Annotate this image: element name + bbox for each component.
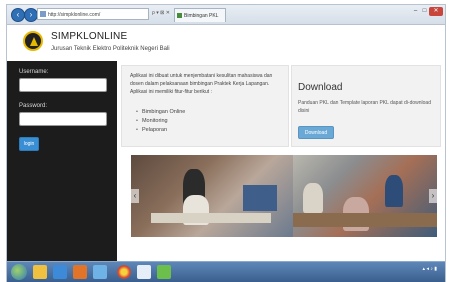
- tab-favicon-icon: [177, 13, 182, 18]
- photo-person: [303, 183, 323, 213]
- feature-item: Bimbingan Online: [136, 108, 185, 117]
- windows-start-icon[interactable]: [11, 264, 27, 280]
- media-player-icon[interactable]: [73, 265, 87, 279]
- intro-text: Aplikasi ini dibuat untuk menjembatani k…: [130, 73, 273, 95]
- carousel-photo-consultation: [131, 155, 293, 237]
- maximize-button[interactable]: □: [420, 7, 429, 16]
- forward-icon[interactable]: ›: [24, 8, 38, 22]
- address-bar[interactable]: http://simpklonline.com/: [37, 8, 149, 20]
- address-tools[interactable]: ρ ▾ ⊠ ✕: [152, 10, 170, 16]
- photo-person: [385, 175, 403, 207]
- back-icon[interactable]: ‹: [11, 8, 25, 22]
- chrome-icon[interactable]: [117, 265, 131, 279]
- main-content: Aplikasi ini dibuat untuk menjembatani k…: [117, 61, 445, 261]
- polytechnic-logo-icon: [23, 31, 43, 51]
- download-panel: Download Panduan PKL dan Template lapora…: [291, 65, 441, 147]
- download-title: Download: [298, 82, 343, 93]
- app-icon[interactable]: [157, 265, 171, 279]
- app-icon[interactable]: [93, 265, 107, 279]
- photo-table: [293, 213, 437, 227]
- site-subtitle: Jurusan Teknik Elektro Politeknik Negeri…: [51, 46, 170, 52]
- feature-item: Pelaporan: [136, 126, 185, 135]
- browser-titlebar: ‹ › http://simpklonline.com/ ρ ▾ ⊠ ✕ Bim…: [7, 5, 445, 25]
- password-label: Password:: [19, 103, 48, 109]
- photo-banner: [243, 185, 277, 211]
- login-button[interactable]: login: [19, 137, 39, 151]
- explorer-icon[interactable]: [33, 265, 47, 279]
- download-button[interactable]: Download: [298, 126, 334, 139]
- close-button[interactable]: ✕: [429, 7, 443, 16]
- system-tray[interactable]: ▴ ◂ ♪ ▮: [397, 266, 437, 272]
- carousel-next-icon[interactable]: ›: [429, 189, 437, 203]
- feature-item: Monitoring: [136, 117, 185, 126]
- photo-desk: [151, 213, 271, 223]
- paint-icon[interactable]: [137, 265, 151, 279]
- username-label: Username:: [19, 69, 49, 75]
- web-page: SIMPKLONLINE Jurusan Teknik Elektro Poli…: [7, 25, 445, 261]
- windows-taskbar: ▴ ◂ ♪ ▮: [7, 261, 445, 282]
- login-sidebar: Username: Password: login: [7, 61, 117, 261]
- site-title: SIMPKLONLINE: [51, 31, 128, 42]
- carousel-prev-icon[interactable]: ‹: [131, 189, 139, 203]
- minimize-button[interactable]: –: [411, 7, 420, 16]
- feature-list: Bimbingan Online Monitoring Pelaporan: [136, 108, 185, 135]
- download-text: Panduan PKL dan Template laporan PKL dap…: [298, 100, 431, 114]
- browser-window: ‹ › http://simpklonline.com/ ρ ▾ ⊠ ✕ Bim…: [6, 4, 446, 282]
- page-favicon-icon: [40, 11, 46, 17]
- username-input[interactable]: [19, 78, 107, 92]
- carousel-photo-meeting: [293, 155, 437, 237]
- photo-carousel[interactable]: ‹ ›: [131, 155, 437, 237]
- site-header: SIMPKLONLINE Jurusan Teknik Elektro Poli…: [7, 25, 445, 61]
- password-input[interactable]: [19, 112, 107, 126]
- internet-explorer-icon[interactable]: [53, 265, 67, 279]
- intro-panel: Aplikasi ini dibuat untuk menjembatani k…: [121, 65, 289, 147]
